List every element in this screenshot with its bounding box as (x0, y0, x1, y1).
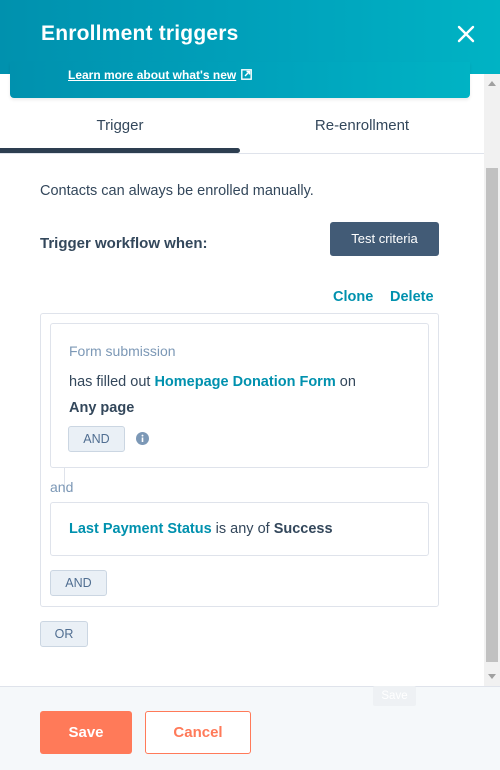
filter-condition-line: has filled out Homepage Donation Form on (69, 374, 356, 390)
manual-enrollment-note: Contacts can always be enrolled manually… (40, 183, 314, 199)
whats-new-banner: Learn more about what's new (10, 62, 470, 98)
property-operator: is any of (215, 521, 270, 537)
learn-more-link-text: Learn more about what's new (68, 68, 237, 82)
enrollment-triggers-panel: Enrollment triggers Learn more about wha… (0, 0, 500, 770)
add-or-filter-group-button[interactable]: OR (40, 621, 88, 647)
filter-on-text: on (339, 374, 356, 390)
test-criteria-button[interactable]: Test criteria (330, 222, 439, 256)
form-name-link[interactable]: Homepage Donation Form (154, 374, 335, 390)
scrollbar-thumb[interactable] (486, 168, 498, 662)
property-condition-line: Last Payment Status is any of Success (69, 521, 333, 537)
learn-more-link[interactable]: Learn more about what's new (68, 68, 253, 82)
save-tooltip: Save (373, 686, 416, 706)
and-connector-label: and (50, 479, 74, 495)
save-button[interactable]: Save (40, 711, 132, 754)
property-value: Success (273, 521, 333, 537)
active-tab-indicator (0, 148, 240, 153)
panel-title: Enrollment triggers (41, 22, 239, 45)
add-and-group-filter-button[interactable]: AND (50, 570, 107, 596)
trigger-workflow-label: Trigger workflow when: (40, 235, 208, 252)
filter-page-value: Any page (69, 400, 135, 416)
add-and-filter-button[interactable]: AND (68, 426, 125, 452)
cancel-button[interactable]: Cancel (145, 711, 251, 754)
tab-re-enrollment[interactable]: Re-enrollment (242, 104, 482, 154)
tab-trigger[interactable]: Trigger (0, 104, 240, 154)
property-name-link[interactable]: Last Payment Status (69, 521, 212, 537)
close-icon[interactable] (452, 20, 480, 48)
filter-type-label: Form submission (69, 343, 176, 359)
scroll-up-arrow-icon[interactable] (488, 80, 496, 88)
tab-bar: Trigger Re-enrollment (0, 104, 484, 154)
filter-prefix: has filled out (69, 374, 151, 390)
info-icon[interactable] (136, 432, 149, 445)
delete-link[interactable]: Delete (390, 289, 434, 305)
scroll-down-arrow-icon[interactable] (488, 672, 496, 680)
clone-link[interactable]: Clone (333, 289, 373, 305)
external-link-icon (241, 69, 253, 80)
